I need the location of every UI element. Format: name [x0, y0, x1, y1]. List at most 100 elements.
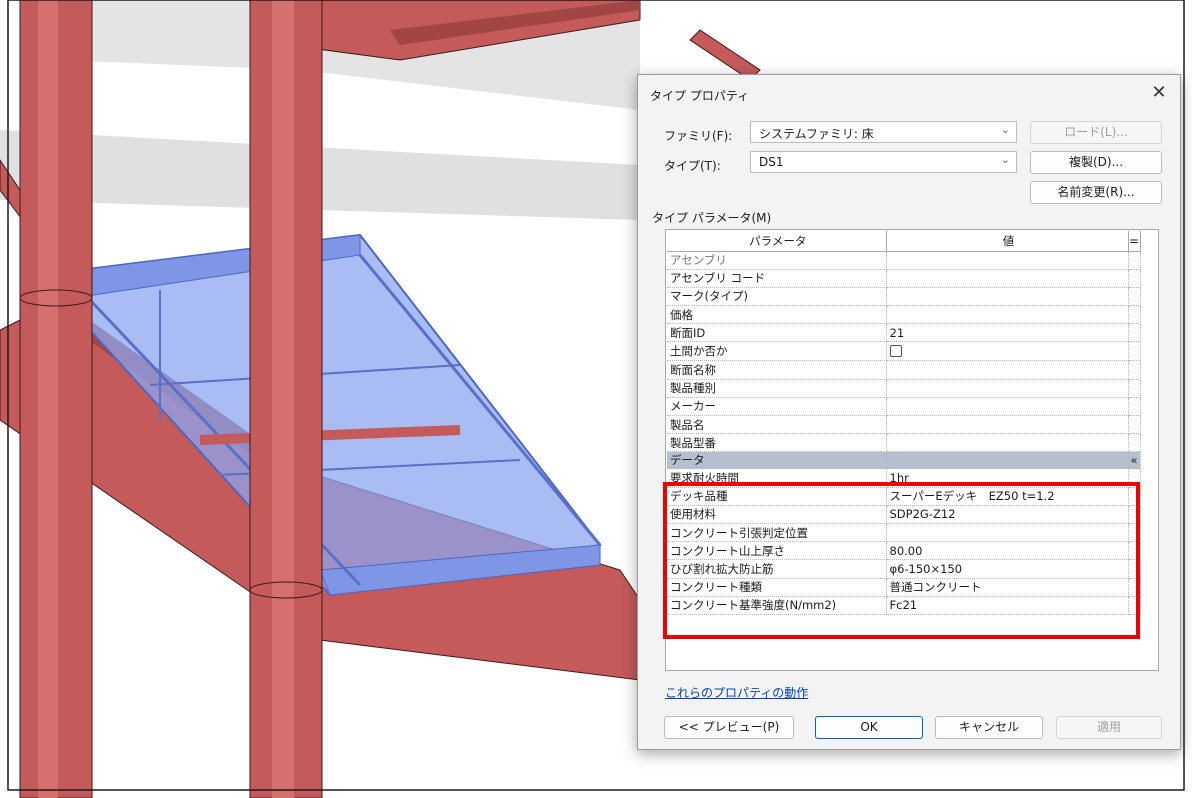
- row-formula-cell: [1128, 487, 1141, 506]
- table-row[interactable]: ひび割れ拡大防止筋 φ6-150×150: [667, 559, 1141, 579]
- table-row[interactable]: 価格: [667, 305, 1141, 325]
- family-label: ファミリ(F):: [664, 129, 733, 143]
- family-value: システムファミリ: 床: [759, 127, 874, 141]
- param-name: コンクリート基準強度(N/mm2): [667, 596, 887, 615]
- type-value: DS1: [759, 155, 784, 169]
- parameter-grid: パラメータ 値 = アセンブリ アセンブリ コード マーク(タイプ) 価格 断面…: [665, 229, 1159, 671]
- param-value[interactable]: SDP2G-Z12: [886, 505, 1129, 524]
- table-row[interactable]: コンクリート種類 普通コンクリート: [667, 578, 1141, 597]
- close-button[interactable]: ✕: [1146, 81, 1172, 105]
- parameter-table: パラメータ 値 = アセンブリ アセンブリ コード マーク(タイプ) 価格 断面…: [667, 231, 1141, 615]
- table-row[interactable]: 製品型番: [667, 433, 1141, 453]
- param-name: コンクリート山上厚さ: [667, 541, 887, 561]
- param-value[interactable]: [886, 397, 1129, 417]
- param-name: 製品型番: [667, 433, 887, 453]
- param-value[interactable]: 21: [886, 323, 1129, 343]
- row-formula-cell: [1128, 433, 1141, 453]
- param-value[interactable]: [886, 360, 1129, 380]
- cancel-button[interactable]: キャンセル: [935, 716, 1043, 739]
- checkbox[interactable]: [889, 345, 902, 358]
- table-row[interactable]: 製品種別: [667, 379, 1141, 398]
- table-row[interactable]: 断面ID 21: [667, 323, 1141, 343]
- row-formula-cell: [1128, 578, 1141, 597]
- param-value[interactable]: スーパーEデッキ EZ50 t=1.2: [886, 487, 1129, 506]
- row-formula-cell: [1128, 523, 1141, 543]
- table-row[interactable]: アセンブリ: [667, 251, 1141, 270]
- param-value[interactable]: [886, 379, 1129, 398]
- param-value[interactable]: φ6-150×150: [886, 559, 1129, 579]
- row-formula-cell: [1128, 287, 1141, 307]
- type-params-label: タイプ パラメータ(M): [652, 211, 772, 225]
- row-formula-cell: [1128, 360, 1141, 380]
- row-formula-cell: [1128, 251, 1141, 270]
- table-row[interactable]: 使用材料 SDP2G-Z12: [667, 505, 1141, 524]
- param-name: 断面ID: [667, 323, 887, 343]
- apply-button[interactable]: 適用: [1056, 716, 1162, 739]
- param-name: 価格: [667, 305, 887, 325]
- table-row[interactable]: コンクリート山上厚さ 80.00: [667, 541, 1141, 561]
- table-row[interactable]: 土間か否か: [667, 341, 1141, 362]
- properties-help-link[interactable]: これらのプロパティの動作: [665, 684, 808, 701]
- row-formula-cell: [1128, 305, 1141, 325]
- collapse-icon[interactable]: «: [1128, 451, 1141, 470]
- group-spacer: [886, 451, 1129, 470]
- param-value[interactable]: [886, 433, 1129, 453]
- param-value[interactable]: Fc21: [886, 596, 1129, 615]
- row-formula-cell: [1128, 323, 1141, 343]
- row-formula-cell: [1128, 415, 1141, 435]
- row-formula-cell: [1128, 505, 1141, 524]
- col-header-equals[interactable]: =: [1128, 231, 1141, 252]
- family-select[interactable]: システムファミリ: 床 ⌄: [750, 121, 1017, 143]
- row-formula-cell: [1128, 596, 1141, 615]
- type-select[interactable]: DS1 ⌄: [750, 151, 1017, 173]
- param-value[interactable]: 普通コンクリート: [886, 578, 1129, 597]
- param-name: 製品名: [667, 415, 887, 435]
- param-name: ひび割れ拡大防止筋: [667, 559, 887, 579]
- table-row[interactable]: マーク(タイプ): [667, 287, 1141, 307]
- chevron-down-icon: ⌄: [1000, 153, 1010, 166]
- param-value[interactable]: [886, 305, 1129, 325]
- param-name: マーク(タイプ): [667, 287, 887, 307]
- dialog-title: タイプ プロパティ: [650, 89, 750, 103]
- table-row[interactable]: デッキ品種 スーパーEデッキ EZ50 t=1.2: [667, 487, 1141, 506]
- ok-button[interactable]: OK: [815, 716, 923, 739]
- col-header-param: パラメータ: [667, 231, 887, 252]
- param-value[interactable]: [886, 415, 1129, 435]
- param-value[interactable]: [886, 287, 1129, 307]
- param-value[interactable]: 80.00: [886, 541, 1129, 561]
- param-name: 土間か否か: [667, 341, 887, 362]
- row-formula-cell: [1128, 559, 1141, 579]
- param-name: デッキ品種: [667, 487, 887, 506]
- row-formula-cell: [1128, 269, 1141, 288]
- preview-button[interactable]: << プレビュー(P): [664, 716, 794, 739]
- table-row[interactable]: 要求耐火時間 1hr: [667, 468, 1141, 488]
- group-label: データ: [667, 451, 887, 470]
- table-row[interactable]: アセンブリ コード: [667, 269, 1141, 288]
- col-header-value: 値: [886, 231, 1129, 252]
- table-row[interactable]: コンクリート基準強度(N/mm2) Fc21: [667, 596, 1141, 615]
- row-formula-cell: [1128, 468, 1141, 488]
- type-label: タイプ(T):: [664, 159, 721, 173]
- table-row[interactable]: 断面名称: [667, 360, 1141, 380]
- table-row[interactable]: コンクリート引張判定位置: [667, 523, 1141, 543]
- row-formula-cell: [1128, 341, 1141, 362]
- load-button[interactable]: ロード(L)...: [1030, 121, 1162, 144]
- param-name: 要求耐火時間: [667, 468, 887, 488]
- table-row[interactable]: メーカー: [667, 397, 1141, 417]
- param-name: 使用材料: [667, 505, 887, 524]
- row-formula-cell: [1128, 397, 1141, 417]
- rename-button[interactable]: 名前変更(R)...: [1030, 181, 1162, 204]
- param-value[interactable]: [886, 523, 1129, 543]
- param-value[interactable]: 1hr: [886, 468, 1129, 488]
- param-value[interactable]: [886, 251, 1129, 270]
- param-name: コンクリート引張判定位置: [667, 523, 887, 543]
- param-name: アセンブリ: [667, 251, 887, 270]
- param-value-checkbox-cell: [886, 341, 1129, 362]
- group-header-data[interactable]: データ «: [667, 451, 1141, 470]
- duplicate-button[interactable]: 複製(D)...: [1030, 151, 1162, 174]
- row-formula-cell: [1128, 379, 1141, 398]
- close-icon: ✕: [1151, 82, 1167, 103]
- param-value[interactable]: [886, 269, 1129, 288]
- table-row[interactable]: 製品名: [667, 415, 1141, 435]
- table-header: パラメータ 値 =: [667, 231, 1141, 252]
